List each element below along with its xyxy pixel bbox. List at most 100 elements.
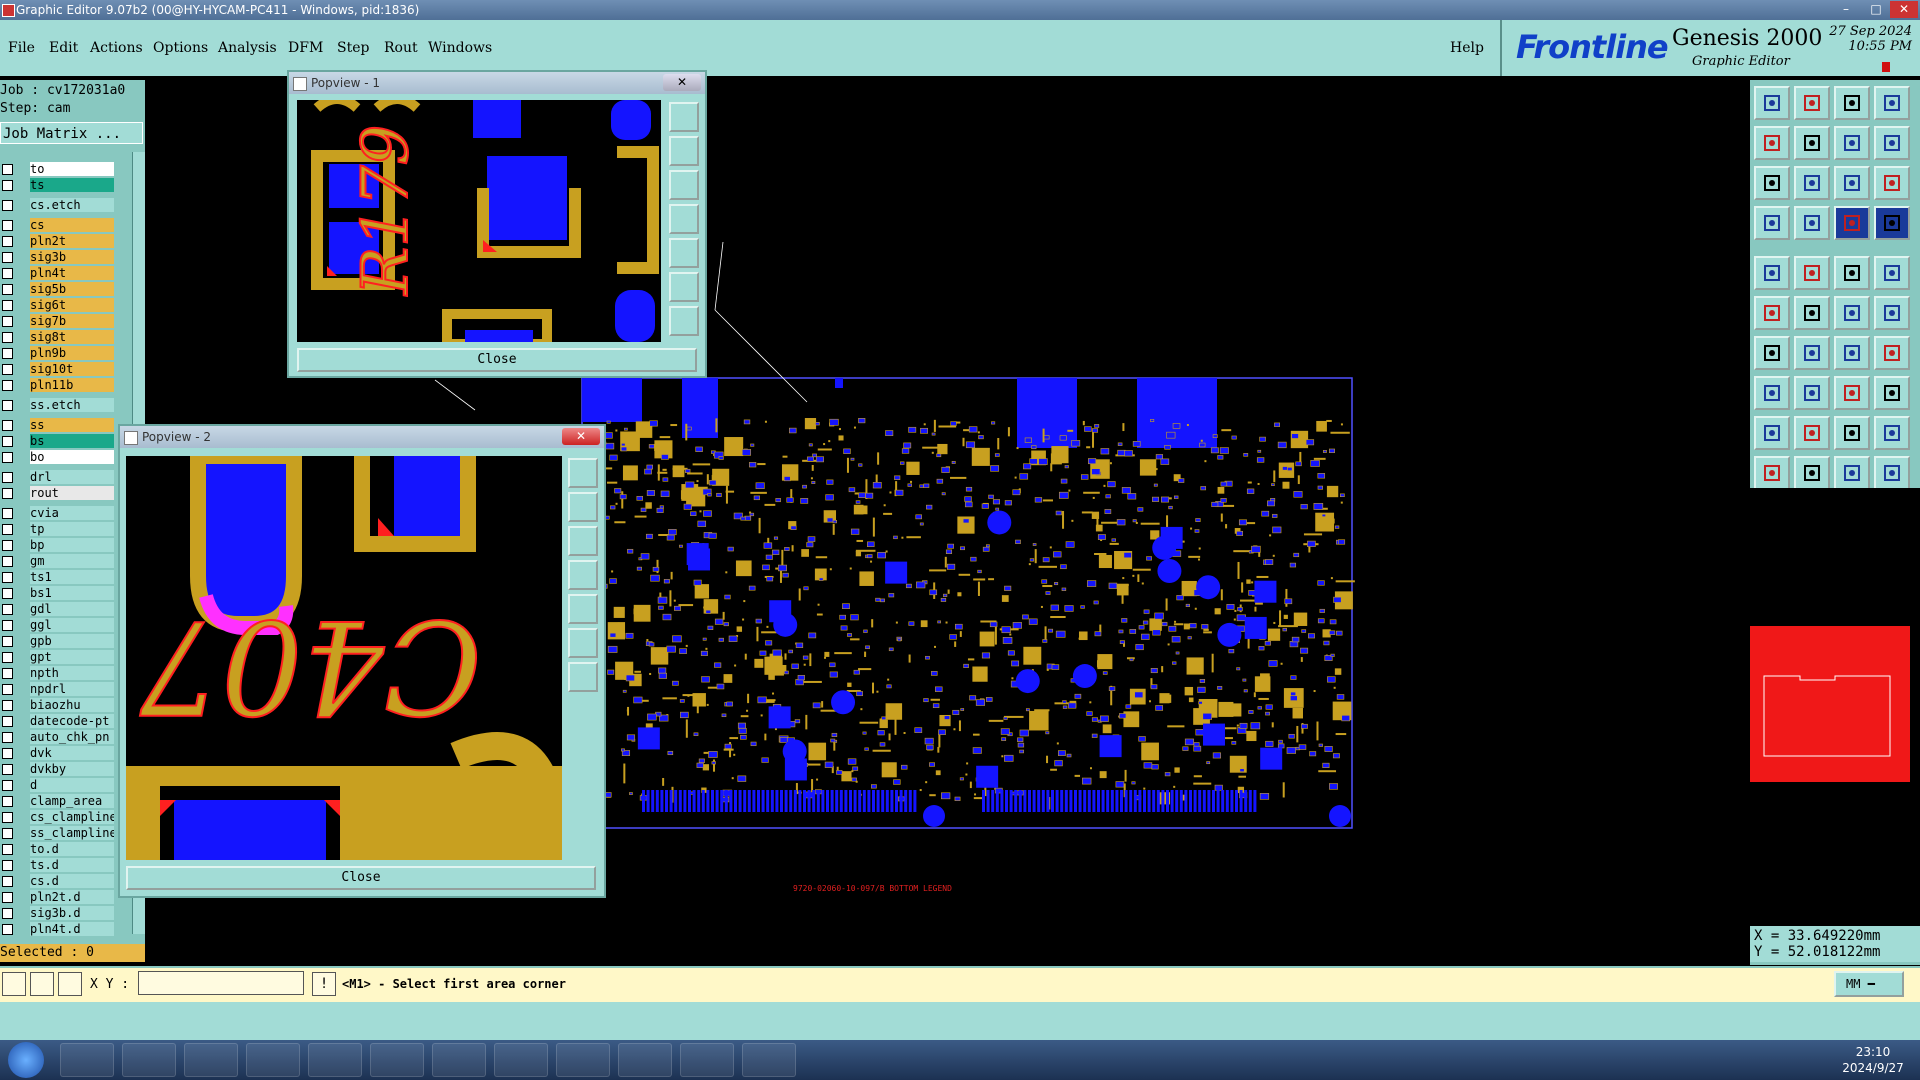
layer-row-ggl[interactable]: ggl — [0, 618, 117, 632]
layer-name[interactable]: pln2t — [30, 234, 114, 248]
layer-name[interactable]: cs_clampline — [30, 810, 114, 824]
layer-name[interactable]: datecode-pt — [30, 714, 114, 728]
layer-row-bs[interactable]: bs — [0, 434, 117, 448]
center-icon[interactable] — [669, 306, 699, 336]
layer-name[interactable]: gm — [30, 554, 114, 568]
layer-row-npth[interactable]: npth — [0, 666, 117, 680]
layer-row-gpt[interactable]: gpt — [0, 650, 117, 664]
duplicate-icon[interactable] — [1874, 376, 1910, 410]
layer-name[interactable]: cs — [30, 218, 114, 232]
layer-row-sig6t[interactable]: sig6t — [0, 298, 117, 312]
layer-row-cs-clampline[interactable]: cs_clampline — [0, 810, 117, 824]
zoom-center-icon[interactable] — [1794, 166, 1830, 200]
units-selector[interactable]: MM ━ — [1834, 971, 1904, 997]
layer-checkbox[interactable] — [2, 252, 13, 263]
layer-row-datecode-pt[interactable]: datecode-pt — [0, 714, 117, 728]
layer-checkbox[interactable] — [2, 620, 13, 631]
layer-name[interactable]: auto_chk_pn — [30, 730, 114, 744]
vertex-icon[interactable] — [1754, 296, 1790, 330]
layer-name[interactable]: sig5b — [30, 282, 114, 296]
layer-checkbox[interactable] — [2, 844, 13, 855]
grid-icon[interactable] — [58, 972, 82, 996]
layer-name[interactable]: dvk — [30, 746, 114, 760]
popview-1-titlebar[interactable]: Popview - 1 ✕ — [289, 72, 705, 94]
layer-checkbox[interactable] — [2, 508, 13, 519]
layer-name[interactable]: tp — [30, 522, 114, 536]
file-manager-icon[interactable] — [122, 1043, 176, 1077]
layer-name[interactable]: cs.etch — [30, 198, 114, 212]
layer-checkbox[interactable] — [2, 300, 13, 311]
chrome-icon[interactable] — [184, 1043, 238, 1077]
layer-row-bp[interactable]: bp — [0, 538, 117, 552]
layer-checkbox[interactable] — [2, 380, 13, 391]
layer-name[interactable]: ts1 — [30, 570, 114, 584]
popview-1-close-x[interactable]: ✕ — [663, 74, 701, 91]
layer-checkbox[interactable] — [2, 636, 13, 647]
layer-checkbox[interactable] — [2, 796, 13, 807]
feature-select-icon[interactable] — [1834, 206, 1870, 240]
scale-1-2-icon[interactable] — [1834, 166, 1870, 200]
layer-row-ss-clampline[interactable]: ss_clampline — [0, 826, 117, 840]
layer-row-gm[interactable]: gm — [0, 554, 117, 568]
layer-checkbox[interactable] — [2, 284, 13, 295]
menu-file[interactable]: File — [8, 40, 35, 56]
layer-checkbox[interactable] — [2, 700, 13, 711]
layer-name[interactable]: biaozhu — [30, 698, 114, 712]
layer-row-gpb[interactable]: gpb — [0, 634, 117, 648]
layer-down-icon[interactable] — [1794, 86, 1830, 120]
zoom-fit-icon[interactable] — [1754, 166, 1790, 200]
layer-name[interactable]: ts — [30, 178, 114, 192]
layer-row-ss[interactable]: ss — [0, 418, 117, 432]
pointer-d-icon[interactable] — [1874, 456, 1910, 490]
layer-name[interactable]: ts.d — [30, 858, 114, 872]
layer-name[interactable]: npdrl — [30, 682, 114, 696]
layer-row-clamp-area[interactable]: clamp_area — [0, 794, 117, 808]
layer-checkbox[interactable] — [2, 268, 13, 279]
layer-row-cs-d[interactable]: cs.d — [0, 874, 117, 888]
arc-link-icon[interactable] — [1874, 296, 1910, 330]
layer-checkbox[interactable] — [2, 420, 13, 431]
layer-checkbox[interactable] — [2, 164, 13, 175]
popview-2-close-button[interactable]: Close — [126, 866, 596, 890]
layer-checkbox[interactable] — [2, 780, 13, 791]
layer-row-dvk[interactable]: dvk — [0, 746, 117, 760]
close-window-button[interactable]: ✕ — [1890, 1, 1918, 18]
genesis-p2-icon[interactable] — [370, 1043, 424, 1077]
layer-row-rout[interactable]: rout — [0, 486, 117, 500]
layer-checkbox[interactable] — [2, 540, 13, 551]
layer-name[interactable]: sig3b — [30, 250, 114, 264]
layer-name[interactable]: ss_clampline — [30, 826, 114, 840]
layer-name[interactable]: drl — [30, 470, 114, 484]
layer-name[interactable]: pln4t — [30, 266, 114, 280]
cross-icon[interactable] — [1794, 296, 1830, 330]
zoom-home-icon[interactable] — [568, 458, 598, 488]
popview-2-titlebar[interactable]: Popview - 2 ✕ — [120, 426, 604, 448]
popview-2-close-x[interactable]: ✕ — [562, 428, 600, 445]
layer-name[interactable]: sig3b.d — [30, 906, 114, 920]
slope-icon[interactable] — [1794, 336, 1830, 370]
zoom-out-icon[interactable] — [669, 170, 699, 200]
word-icon[interactable] — [432, 1043, 486, 1077]
pan-left-icon[interactable] — [669, 204, 699, 234]
dash-icon[interactable] — [1794, 376, 1830, 410]
line-thickness-icon[interactable] — [1834, 256, 1870, 290]
layer-name[interactable]: sig10t — [30, 362, 114, 376]
layer-row-npdrl[interactable]: npdrl — [0, 682, 117, 696]
layer-checkbox[interactable] — [2, 452, 13, 463]
fit-screen-icon[interactable] — [1874, 86, 1910, 120]
zoom-in-icon[interactable] — [669, 136, 699, 166]
layer-checkbox[interactable] — [2, 400, 13, 411]
redraw-icon[interactable] — [1874, 126, 1910, 160]
help-icon[interactable] — [1874, 166, 1910, 200]
popview-1-close-button[interactable]: Close — [297, 348, 697, 372]
x-app-icon[interactable] — [618, 1043, 672, 1077]
grid-icon[interactable] — [1794, 206, 1830, 240]
menu-options[interactable]: Options — [153, 40, 208, 56]
menu-windows[interactable]: Windows — [428, 40, 492, 56]
layer-checkbox[interactable] — [2, 436, 13, 447]
layer-checkbox[interactable] — [2, 524, 13, 535]
layer-checkbox[interactable] — [2, 668, 13, 679]
layer-name[interactable]: bs1 — [30, 586, 114, 600]
layer-checkbox[interactable] — [2, 200, 13, 211]
layer-checkbox[interactable] — [2, 348, 13, 359]
